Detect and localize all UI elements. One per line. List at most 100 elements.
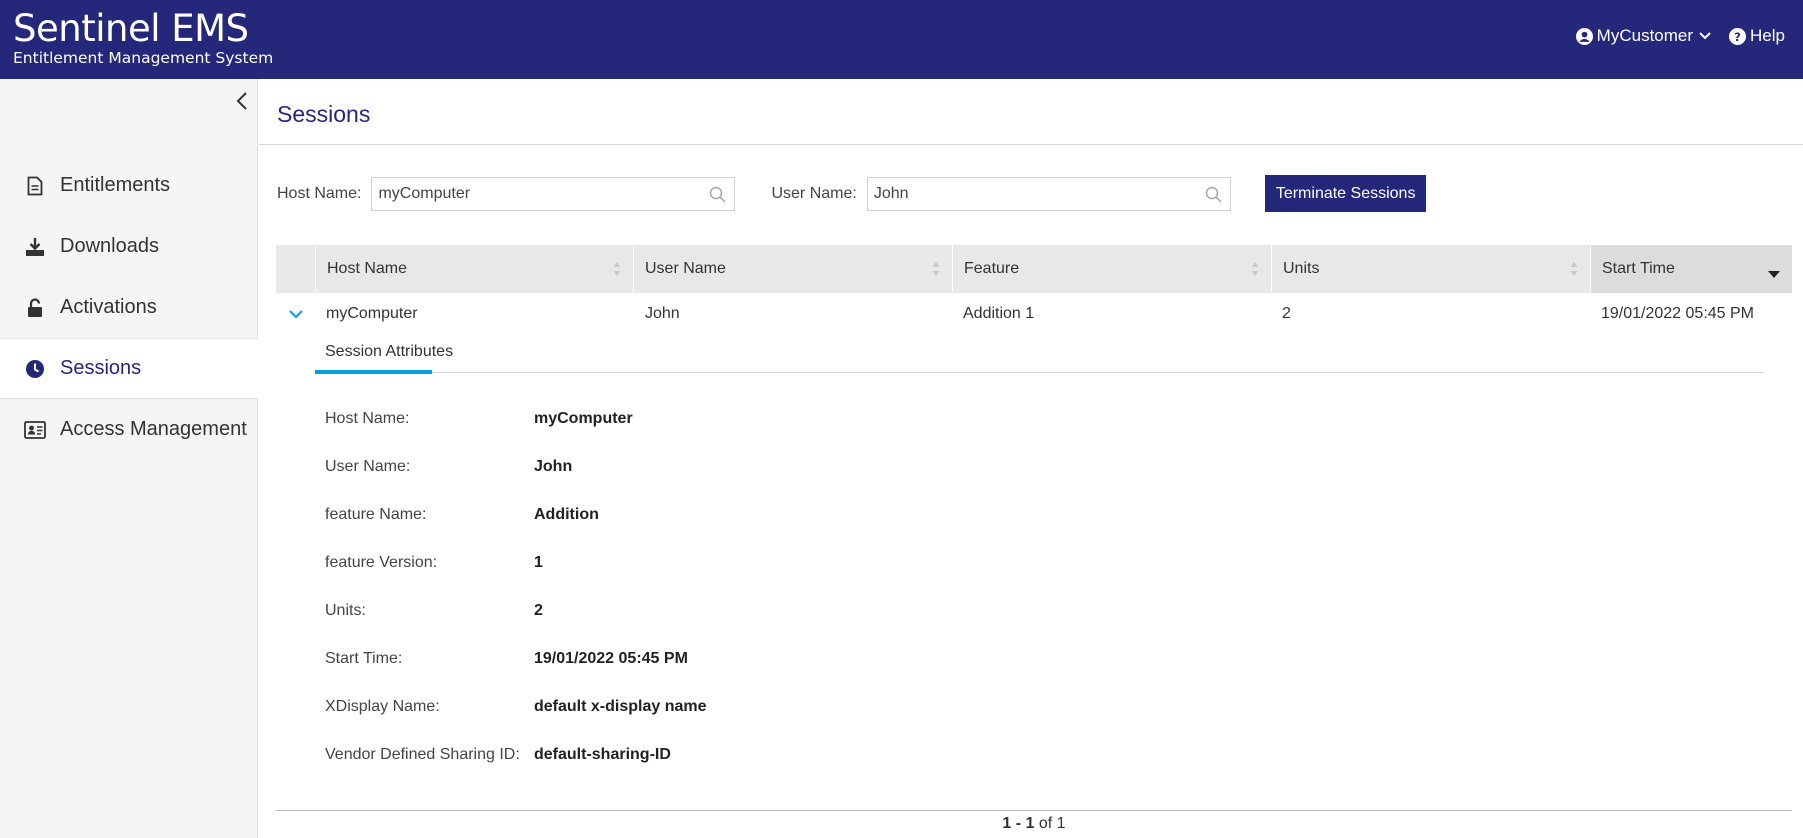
user-name-label: User Name:	[771, 184, 857, 202]
attribute-value: 2	[534, 602, 543, 619]
id-card-icon	[24, 419, 46, 441]
attribute-key: feature Version:	[325, 554, 438, 571]
column-header-label: Units	[1283, 260, 1320, 277]
chevron-down-icon	[288, 309, 303, 318]
column-header-label: Start Time	[1602, 260, 1675, 277]
attributes-list: Host Name: myComputer User Name: John feat…	[315, 395, 1763, 779]
top-nav: MyCustomer ? Help	[1558, 26, 1785, 46]
attribute-key: XDisplay Name:	[325, 698, 440, 715]
terminate-sessions-button[interactable]: Terminate Sessions	[1264, 175, 1427, 212]
host-name-field	[371, 176, 736, 211]
attribute-row: Start Time: 19/01/2022 05:45 PM	[315, 635, 1763, 683]
sidebar-item-label: Activations	[60, 296, 157, 318]
attribute-row: feature Version: 1	[315, 539, 1763, 587]
cell-feature: Addition 1	[963, 305, 1035, 322]
attribute-key: Host Name:	[325, 410, 410, 427]
detail-tabs: Session Attributes	[315, 335, 1763, 374]
cell-units: 2	[1282, 305, 1291, 322]
user-menu[interactable]: MyCustomer	[1575, 26, 1711, 46]
user-name-input[interactable]	[867, 177, 1230, 210]
attribute-value: 1	[534, 554, 543, 571]
column-header-user-name[interactable]: User Name	[633, 245, 952, 293]
attribute-row: XDisplay Name: default x-display name	[315, 683, 1763, 731]
expand-row-toggle[interactable]	[276, 293, 315, 335]
attribute-key: Units:	[325, 602, 366, 619]
attribute-key: User Name:	[325, 458, 411, 475]
brand-logo[interactable]: Sentinel EMS Entitlement Management Syst…	[13, 7, 274, 68]
user-menu-label: MyCustomer	[1596, 26, 1694, 45]
sidebar-item-label: Downloads	[60, 235, 159, 257]
sidebar-item-activations[interactable]: Activations	[0, 277, 258, 338]
help-icon: ?	[1729, 27, 1747, 45]
sidebar-nav: Entitlements Downloads Activations Sessi…	[0, 155, 258, 460]
download-icon	[24, 236, 46, 258]
tab-session-attributes[interactable]: Session Attributes	[315, 343, 463, 373]
attribute-key: Start Time:	[325, 650, 403, 667]
host-name-input[interactable]	[372, 177, 735, 210]
sidebar-item-entitlements[interactable]: Entitlements	[0, 155, 258, 216]
column-header-label: Host Name	[327, 260, 408, 277]
pagination-range: 1 - 1	[1002, 815, 1035, 832]
active-tab-indicator	[315, 370, 432, 374]
sidebar-item-label: Entitlements	[60, 174, 171, 196]
attribute-key: Vendor Defined Sharing ID:	[325, 746, 520, 763]
help-link[interactable]: ? Help	[1729, 26, 1785, 46]
expand-column-header	[276, 245, 315, 293]
attribute-row: feature Name: Addition	[315, 491, 1763, 539]
column-header-feature[interactable]: Feature	[952, 245, 1271, 293]
column-header-start-time[interactable]: Start Time	[1590, 245, 1792, 293]
table-header: Host Name User Name Feature Units Start …	[276, 245, 1792, 293]
chevron-left-icon	[236, 92, 247, 110]
clock-icon	[24, 358, 46, 380]
session-detail-panel: Session Attributes Host Name: myComputer …	[315, 335, 1763, 779]
sort-icon	[932, 261, 940, 282]
sidebar-item-sessions[interactable]: Sessions	[0, 338, 258, 399]
search-icon[interactable]	[709, 186, 727, 208]
column-header-label: Feature	[964, 260, 1020, 277]
attribute-value: 19/01/2022 05:45 PM	[534, 650, 688, 667]
brand-subtitle: Entitlement Management System	[13, 49, 274, 67]
sidebar-item-downloads[interactable]: Downloads	[0, 216, 258, 277]
attribute-row: Units: 2	[315, 587, 1763, 635]
pager-divider	[276, 810, 1792, 811]
user-name-field	[866, 176, 1231, 211]
search-icon[interactable]	[1205, 186, 1222, 208]
top-bar: Sentinel EMS Entitlement Management Syst…	[0, 0, 1803, 79]
help-label: Help	[1750, 26, 1785, 45]
sidebar: Entitlements Downloads Activations Sessi…	[0, 79, 258, 838]
sidebar-item-access-management[interactable]: Access Management	[0, 399, 258, 460]
page-title: Sessions	[277, 101, 371, 127]
attribute-value: John	[534, 458, 573, 475]
divider	[259, 144, 1803, 145]
sort-descending-icon	[1768, 265, 1780, 283]
host-name-label: Host Name:	[277, 184, 362, 202]
collapse-sidebar-button[interactable]	[236, 91, 252, 115]
unlock-icon	[24, 297, 46, 319]
column-header-units[interactable]: Units	[1271, 245, 1590, 293]
sessions-table: Host Name User Name Feature Units Start …	[276, 245, 1792, 763]
pagination-info: 1 - 1 of 1	[259, 815, 1803, 833]
column-header-label: User Name	[645, 260, 726, 277]
document-icon	[24, 175, 46, 197]
attribute-row: Host Name: myComputer	[315, 395, 1763, 443]
attribute-value: default-sharing-ID	[534, 746, 671, 763]
sort-icon	[1251, 261, 1259, 282]
user-circle-icon	[1575, 27, 1593, 45]
attribute-row: Vendor Defined Sharing ID: default-sharin…	[315, 731, 1763, 779]
attribute-value: default x-display name	[534, 698, 707, 715]
main-content: Sessions Host Name: User Name: Terminate…	[259, 79, 1803, 838]
column-header-host-name[interactable]: Host Name	[315, 245, 633, 293]
filter-bar: Host Name: User Name: Terminate Sessions	[277, 175, 1427, 212]
cell-start-time: 19/01/2022 05:45 PM	[1601, 305, 1755, 322]
attribute-key: feature Name:	[325, 506, 427, 523]
sort-icon	[613, 261, 621, 282]
sidebar-item-label: Sessions	[60, 357, 142, 379]
sort-icon	[1570, 261, 1578, 282]
sidebar-item-label: Access Management	[60, 418, 247, 440]
attribute-row: User Name: John	[315, 443, 1763, 491]
table-row[interactable]: myComputer John Addition 1 2 19/01/2022 …	[276, 293, 1792, 335]
brand-title: Sentinel EMS	[13, 7, 249, 50]
svg-text:?: ?	[1734, 29, 1741, 43]
attribute-value: Addition	[534, 506, 599, 523]
pagination-total: of 1	[1038, 815, 1066, 832]
